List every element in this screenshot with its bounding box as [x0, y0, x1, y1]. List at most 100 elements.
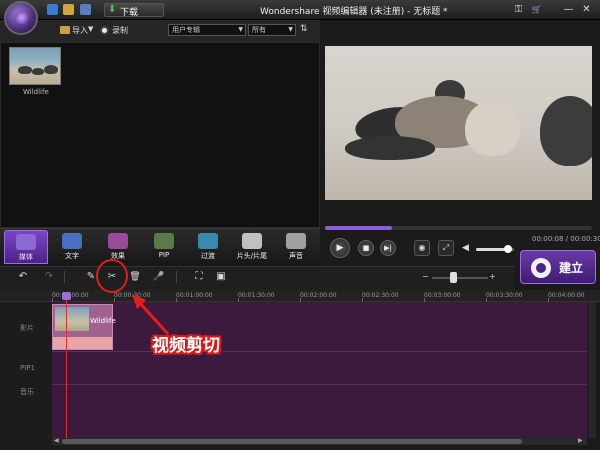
tab-transition[interactable]: 过渡: [186, 230, 230, 264]
tab-sound[interactable]: 声音: [274, 230, 318, 264]
ruler-label: 00:00:30:00: [114, 292, 151, 299]
clip-audio-strip: [53, 337, 112, 349]
import-button[interactable]: 导入: [72, 25, 88, 36]
ruler-label: 00:02:00:00: [300, 292, 337, 299]
zoom-slider[interactable]: [432, 277, 488, 279]
ruler-label: 00:01:30:00: [238, 292, 275, 299]
toolbar-divider: [176, 271, 177, 283]
title-bar: ⬇ 下载 Wondershare 视频编辑器 (未注册) - 无标题 * ⚿ 🛒…: [0, 0, 600, 20]
download-arrow-icon: ⬇: [108, 4, 117, 15]
zoom-out-icon[interactable]: −: [422, 272, 429, 281]
playback-progress-bar[interactable]: [325, 226, 592, 230]
ruler-label: 00:03:30:00: [486, 292, 523, 299]
zoom-knob[interactable]: [450, 272, 457, 283]
tab-label: 声音: [289, 252, 303, 260]
transition-icon: [198, 233, 218, 249]
sort-icon[interactable]: ⇅: [300, 24, 308, 34]
download-label: 下载: [120, 8, 139, 18]
intro-credits-icon: [242, 233, 262, 249]
playhead-line[interactable]: [66, 296, 67, 444]
track-label-video: 影片: [20, 324, 34, 332]
export-button[interactable]: 建立: [520, 250, 596, 284]
track-label-pip: PIP1: [20, 364, 35, 372]
album-select[interactable]: 用户专辑 ▼: [168, 24, 246, 36]
tab-label: PIP: [158, 251, 170, 259]
export-label: 建立: [559, 261, 584, 275]
tab-intro-credits[interactable]: 片头/片尾: [230, 230, 274, 264]
next-frame-button[interactable]: ▶|: [380, 240, 396, 256]
ruler-label: 00:01:00:00: [176, 292, 213, 299]
text-icon: [62, 233, 82, 249]
horizontal-scrollbar[interactable]: [52, 438, 587, 445]
clip-label: Wildlife: [90, 317, 116, 325]
scroll-right-icon[interactable]: ▶: [578, 437, 583, 444]
download-button[interactable]: ⬇ 下载: [104, 3, 164, 18]
volume-icon[interactable]: ◀: [462, 243, 469, 253]
folder-icon[interactable]: [63, 4, 74, 15]
import-folder-icon[interactable]: [60, 26, 70, 34]
import-dropdown-icon[interactable]: ▼: [88, 25, 93, 33]
delete-icon[interactable]: 🗑: [128, 270, 142, 284]
scroll-left-icon[interactable]: ◀: [54, 437, 59, 444]
media-icon: [16, 234, 36, 250]
pip-icon: [154, 233, 174, 249]
redo-icon[interactable]: ↷: [42, 270, 56, 284]
playback-progress-fill: [325, 226, 392, 230]
app-logo-icon[interactable]: [4, 1, 38, 35]
key-icon[interactable]: ⚿: [512, 3, 525, 16]
sound-icon: [286, 233, 306, 249]
fullscreen-button[interactable]: ⤢: [438, 240, 454, 256]
ruler-label: 00:04:00:00: [548, 292, 585, 299]
playhead-handle[interactable]: [62, 292, 71, 300]
window-title: Wondershare 视频编辑器 (未注册) - 无标题 *: [260, 7, 448, 17]
minimize-icon[interactable]: —: [562, 3, 575, 16]
ruler-label: 00:03:00:00: [424, 292, 461, 299]
ruler-label: 00:02:30:00: [362, 292, 399, 299]
snapshot-button[interactable]: ◉: [414, 240, 430, 256]
tab-effects[interactable]: 效果: [96, 230, 140, 264]
vertical-scrollbar[interactable]: [588, 302, 596, 438]
cart-icon[interactable]: 🛒: [530, 3, 543, 16]
chevron-down-icon: ▼: [238, 26, 243, 33]
undo-icon[interactable]: ↶: [16, 270, 30, 284]
stop-button[interactable]: ■: [358, 240, 374, 256]
zoom-in-icon[interactable]: +: [489, 272, 496, 281]
tab-label: 过渡: [201, 252, 215, 260]
tab-media[interactable]: 媒体: [4, 230, 48, 264]
annotation-circle: [96, 259, 128, 293]
tab-label: 文字: [65, 252, 79, 260]
tab-label: 片头/片尾: [236, 252, 268, 260]
tab-text[interactable]: 文字: [50, 230, 94, 264]
voiceover-icon[interactable]: 🎤: [152, 270, 166, 284]
time-display: 00:00:08 / 00:00:30: [532, 235, 600, 243]
filter-select-value: 所有: [252, 26, 266, 34]
track-divider: [52, 351, 587, 352]
tab-pip[interactable]: PIP: [142, 230, 186, 264]
track-divider: [52, 384, 587, 385]
timeline-track-area[interactable]: [52, 302, 587, 438]
timeline-clip-wildlife[interactable]: Wildlife: [52, 304, 116, 350]
library-item-label: Wildlife: [23, 88, 49, 96]
video-preview: [325, 46, 592, 200]
clip-thumbnail: [55, 307, 89, 331]
film-reel-icon: [531, 258, 551, 278]
record-icon[interactable]: [100, 26, 109, 35]
snapshot-icon[interactable]: ▣: [214, 270, 228, 284]
library-thumbnail-wildlife[interactable]: [9, 47, 61, 85]
album-select-value: 用户专辑: [172, 26, 200, 34]
play-button[interactable]: ▶: [330, 238, 350, 258]
annotation-label: 视频剪切: [152, 336, 220, 356]
save-icon[interactable]: [80, 4, 91, 15]
track-label-music: 音乐: [20, 388, 34, 396]
effects-icon: [108, 233, 128, 249]
blue-square-icon[interactable]: [47, 4, 58, 15]
filter-select[interactable]: 所有 ▼: [248, 24, 296, 36]
record-button[interactable]: 录制: [112, 25, 128, 36]
close-icon[interactable]: ✕: [580, 3, 593, 16]
scrollbar-thumb[interactable]: [62, 439, 522, 444]
chevron-down-icon: ▼: [288, 26, 293, 33]
volume-slider[interactable]: [476, 245, 514, 253]
crop-icon[interactable]: ⛶: [192, 270, 206, 284]
toolbar-divider: [64, 271, 65, 283]
tab-label: 媒体: [19, 253, 33, 261]
